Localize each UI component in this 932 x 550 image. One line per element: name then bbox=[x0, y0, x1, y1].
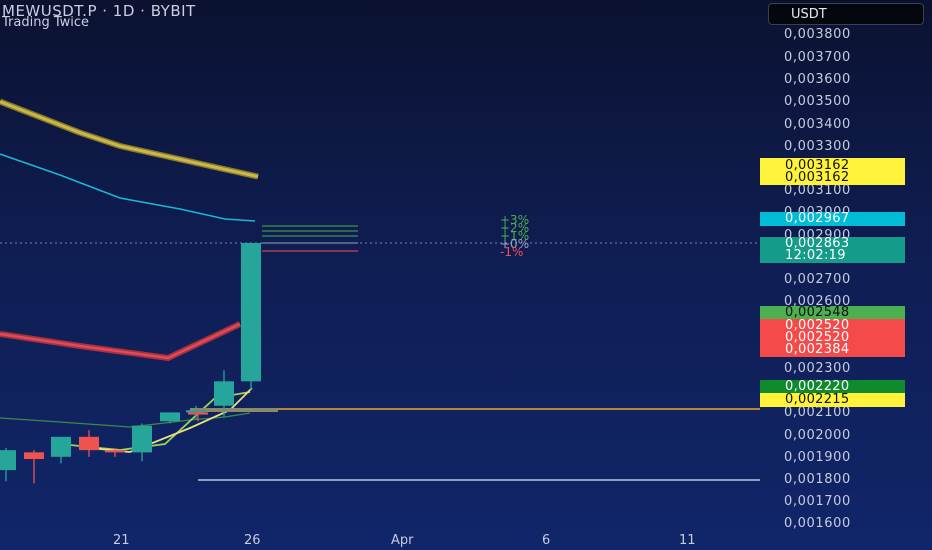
currency-label: USDT bbox=[791, 6, 827, 22]
price-axis-label: 0,003500 bbox=[784, 94, 851, 109]
ma-yellow-value-2: 0,003162 bbox=[785, 170, 850, 185]
orange-level-value: 0,002215 bbox=[785, 392, 850, 407]
ma-green-line bbox=[0, 412, 251, 428]
percent-label-minus1: -1% bbox=[500, 245, 524, 259]
price-axis-label: 0,003100 bbox=[784, 183, 851, 198]
candle-down bbox=[105, 450, 125, 453]
candle-up bbox=[214, 381, 234, 406]
price-axis-label: 0,001600 bbox=[784, 516, 851, 531]
red-level-value: 0,002384 bbox=[785, 342, 850, 357]
time-axis-label: 11 bbox=[679, 533, 696, 548]
candle-up bbox=[132, 425, 152, 453]
time-axis-label: 21 bbox=[113, 533, 130, 548]
candle-up bbox=[0, 450, 16, 471]
orange-level-tag: 0,002215 bbox=[760, 393, 905, 407]
ma-cyan-line bbox=[0, 153, 256, 222]
candle-up bbox=[51, 436, 71, 457]
time-axis-label: 26 bbox=[244, 533, 261, 548]
price-axis-label: 0,002000 bbox=[784, 428, 851, 443]
bar-countdown: 12:02:19 bbox=[785, 248, 846, 263]
price-axis-label: 0,003800 bbox=[784, 27, 851, 42]
candle-up bbox=[160, 412, 180, 422]
red-level-tag: 0,002520 0,002520 0,002384 bbox=[760, 319, 905, 357]
price-axis-label: 0,003700 bbox=[784, 50, 851, 65]
price-chart[interactable] bbox=[0, 0, 760, 550]
price-axis-label: 0,003600 bbox=[784, 72, 851, 87]
price-axis-label: 0,003300 bbox=[784, 139, 851, 154]
candle-up bbox=[186, 410, 206, 413]
candle-down bbox=[24, 452, 44, 460]
price-axis-label: 0,002700 bbox=[784, 272, 851, 287]
ma-yellow-shadow bbox=[0, 98, 259, 180]
chart-window: { "header": { "symbol_line": "MEWUSDT.P … bbox=[0, 0, 932, 550]
indicator-name[interactable]: Trading Twice bbox=[2, 15, 89, 30]
candle-up bbox=[241, 243, 261, 382]
ma-cyan-price-tag: 0,002967 bbox=[760, 212, 905, 226]
time-axis-label: Apr bbox=[391, 533, 414, 548]
price-axis-label: 0,001700 bbox=[784, 494, 851, 509]
price-axis-label: 0,003400 bbox=[784, 117, 851, 132]
price-axis-label: 0,001800 bbox=[784, 472, 851, 487]
last-price-tag[interactable]: 0,002863 12:02:19 bbox=[760, 237, 905, 263]
candle-down bbox=[188, 412, 208, 415]
time-axis-label: 6 bbox=[542, 533, 551, 548]
price-axis-label: 0,002300 bbox=[784, 361, 851, 376]
price-axis-label: 0,001900 bbox=[784, 450, 851, 465]
price-axis-label: 0,002100 bbox=[784, 405, 851, 420]
candle-down bbox=[79, 436, 99, 451]
currency-button[interactable]: USDT bbox=[768, 3, 924, 25]
ma-yellow-price-tag: 0,003162 0,003162 bbox=[760, 158, 905, 185]
ma-cyan-value: 0,002967 bbox=[785, 211, 850, 226]
